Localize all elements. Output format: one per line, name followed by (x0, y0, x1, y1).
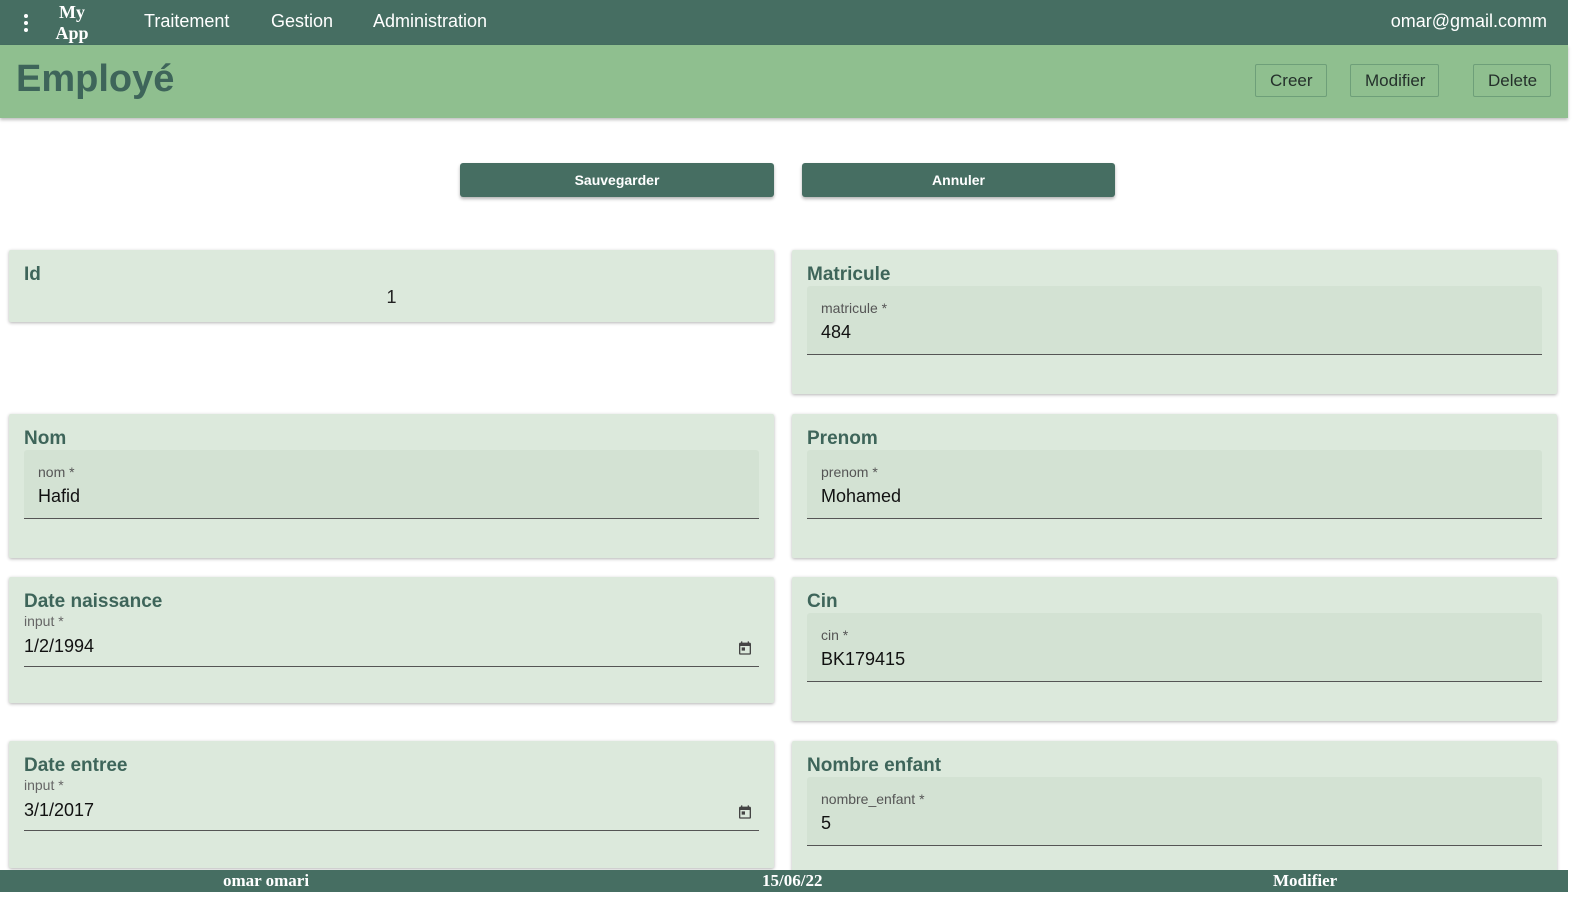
cin-field-label: cin * (821, 627, 849, 643)
calendar-icon[interactable] (737, 804, 753, 820)
prenom-field[interactable]: prenom * (807, 450, 1542, 519)
footer-user-name: omar omari (223, 871, 310, 890)
id-label: Id (24, 264, 41, 285)
date-entree-label: Date entree (24, 755, 128, 776)
cin-card: Cin cin * (792, 577, 1557, 721)
id-card: Id 1 (9, 250, 774, 322)
user-email[interactable]: omar@gmail.comm (1391, 11, 1547, 32)
nom-label: Nom (24, 428, 67, 449)
footer-mode: Modifier (1273, 871, 1338, 890)
nombre-enfant-label: Nombre enfant (807, 755, 942, 776)
footer-bar: omar omari 15/06/22 Modifier (0, 870, 1568, 892)
date-naissance-field-label: input * (24, 613, 64, 629)
nombre-enfant-input[interactable] (821, 813, 1483, 834)
prenom-field-label: prenom * (821, 464, 878, 480)
matricule-label: Matricule (807, 264, 891, 285)
top-nav-bar: My App Traitement Gestion Administration… (0, 0, 1568, 45)
matricule-field-label: matricule * (821, 300, 888, 316)
nom-card: Nom nom * (9, 414, 774, 558)
matricule-field[interactable]: matricule * (807, 286, 1542, 355)
date-naissance-input[interactable] (24, 636, 649, 657)
creer-button[interactable]: Creer (1255, 64, 1327, 97)
page-title: Employé (16, 58, 175, 100)
date-naissance-card: Date naissance input * (9, 577, 774, 703)
nom-field-label: nom * (38, 464, 75, 480)
prenom-label: Prenom (807, 428, 878, 449)
id-value: 1 (386, 287, 397, 307)
nombre-enfant-field-label: nombre_enfant * (821, 791, 925, 807)
nav-item-administration[interactable]: Administration (373, 11, 487, 32)
date-naissance-field[interactable]: input * (24, 613, 759, 667)
cin-input[interactable] (821, 649, 1483, 670)
date-entree-field[interactable]: input * (24, 777, 759, 831)
title-bar: Employé Creer Modifier Delete (0, 45, 1568, 118)
nombre-enfant-field[interactable]: nombre_enfant * (807, 777, 1542, 846)
save-button[interactable]: Sauvegarder (460, 163, 774, 197)
prenom-card: Prenom prenom * (792, 414, 1557, 558)
cin-label: Cin (807, 591, 838, 612)
nombre-enfant-card: Nombre enfant nombre_enfant * (792, 741, 1557, 881)
nom-field[interactable]: nom * (24, 450, 759, 519)
footer-date: 15/06/22 (762, 871, 823, 890)
prenom-input[interactable] (821, 486, 1483, 507)
more-vert-icon[interactable] (16, 12, 36, 34)
date-naissance-label: Date naissance (24, 591, 163, 612)
calendar-icon[interactable] (737, 640, 753, 656)
nom-input[interactable] (38, 486, 700, 507)
date-entree-field-label: input * (24, 777, 64, 793)
date-entree-card: Date entree input * (9, 741, 774, 868)
app-name: My App (55, 2, 89, 43)
nav-item-gestion[interactable]: Gestion (271, 11, 333, 32)
date-entree-input[interactable] (24, 800, 649, 821)
matricule-card: Matricule matricule * (792, 250, 1557, 394)
cancel-button[interactable]: Annuler (802, 163, 1115, 197)
nav-item-traitement[interactable]: Traitement (144, 11, 229, 32)
modifier-button[interactable]: Modifier (1350, 64, 1439, 97)
matricule-input[interactable] (821, 322, 1483, 343)
cin-field[interactable]: cin * (807, 613, 1542, 682)
delete-button[interactable]: Delete (1473, 64, 1551, 97)
